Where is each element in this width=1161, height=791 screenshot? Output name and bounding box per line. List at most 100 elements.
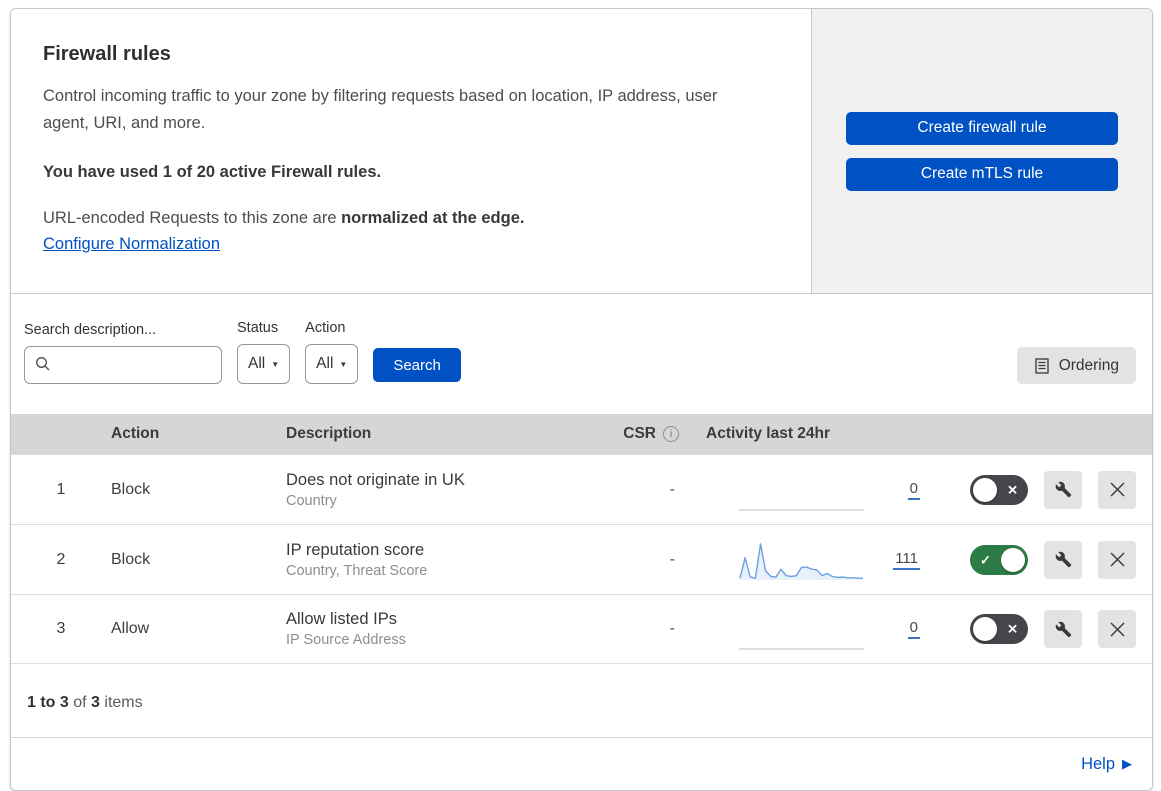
toggle-knob [973,617,997,641]
rule-fields: IP Source Address [286,632,406,648]
help-arrow-icon: ▶ [1122,756,1132,771]
rule-controls: ✓ ✕ [966,610,1152,648]
chevron-down-icon: ▼ [271,359,280,369]
page-header: Firewall rules Control incoming traffic … [11,9,1152,294]
table-row: 1 Block Does not originate in UK Country… [11,454,1152,524]
search-icon [36,357,50,371]
activity-sparkline [739,538,864,582]
items-total: 3 [91,694,100,711]
rule-activity-cell: 0 [691,607,966,651]
action-dropdown[interactable]: All ▼ [305,344,359,384]
configure-normalization-link[interactable]: Configure Normalization [43,235,220,254]
actions-panel: Create firewall rule Create mTLS rule [811,9,1152,293]
rule-priority: 1 [56,480,66,498]
delete-rule-button[interactable] [1098,540,1136,579]
info-icon[interactable]: i [663,426,679,442]
rule-fields: Country, Threat Score [286,562,428,579]
csr-header: CSR i [601,425,691,443]
activity-count-link[interactable]: 0 [907,480,920,500]
status-dropdown[interactable]: All ▼ [237,344,291,384]
wrench-icon [1055,481,1071,498]
toggle-x-icon: ✕ [1007,482,1018,497]
table-row: 3 Allow Allow listed IPs IP Source Addre… [11,594,1152,664]
action-dropdown-value: All [316,355,334,372]
action-filter: Action All ▼ [305,320,359,384]
search-filter: Search description... [24,322,222,384]
search-input[interactable] [24,346,222,384]
activity-count-link[interactable]: 0 [907,619,920,639]
firewall-rules-page: Firewall rules Control incoming traffic … [10,8,1153,791]
rule-action: Block [111,480,151,498]
description-header: Description [286,425,372,442]
create-firewall-rule-button[interactable]: Create firewall rule [846,111,1118,145]
help-link[interactable]: Help ▶ [1081,755,1132,774]
table-header: Action Description CSR i Activity last 2… [11,414,1152,454]
rule-description-cell: Allow listed IPs IP Source Address [286,610,601,648]
rule-csr-value: - [669,550,675,568]
page-description: Control incoming traffic to your zone by… [43,87,718,132]
rule-description-cell: Does not originate in UK Country [286,471,601,509]
ordering-list-icon [1035,357,1049,374]
chevron-down-icon: ▼ [339,359,348,369]
ordering-button[interactable]: Ordering [1016,347,1136,384]
toggle-knob [1001,547,1025,572]
rule-action: Allow [111,620,150,637]
wrench-icon [1055,551,1071,568]
items-range: 1 to 3 [27,694,69,711]
normalization-note: URL-encoded Requests to this zone are no… [43,209,767,228]
edit-rule-button[interactable] [1044,470,1082,509]
activity-sparkline [739,607,864,651]
delete-x-icon [1110,622,1124,636]
rule-csr-value: - [669,480,675,498]
rule-fields: Country [286,492,337,509]
rule-csr-value: - [669,620,675,637]
rule-enabled-toggle[interactable]: ✓ ✕ [970,544,1028,575]
activity-sparkline [739,468,864,512]
delete-rule-button[interactable] [1098,470,1136,509]
toggle-knob [973,477,997,502]
status-filter: Status All ▼ [237,320,291,384]
search-box [24,346,222,384]
edit-rule-button[interactable] [1044,610,1082,648]
activity-header: Activity last 24hr [706,425,831,442]
page-title: Firewall rules [43,43,171,65]
help-bar: Help ▶ [11,738,1152,790]
usage-summary: You have used 1 of 20 active Firewall ru… [43,163,382,182]
items-label: items [99,694,143,711]
search-button[interactable]: Search [373,348,461,382]
rule-enabled-toggle[interactable]: ✓ ✕ [970,474,1028,505]
items-count: 1 to 3 of 3 items [11,664,1152,738]
create-mtls-rule-button[interactable]: Create mTLS rule [846,157,1118,191]
delete-x-icon [1110,482,1124,497]
intro-section: Firewall rules Control incoming traffic … [11,9,811,293]
rule-priority: 3 [56,620,66,637]
rule-priority: 2 [56,550,66,568]
action-header: Action [111,425,160,442]
rule-activity-cell: 111 [691,538,966,582]
rule-action: Block [111,550,151,568]
rule-activity-cell: 0 [691,468,966,512]
rules-table-body: 1 Block Does not originate in UK Country… [11,454,1152,664]
rule-description: Does not originate in UK [286,470,465,489]
toggle-x-icon: ✕ [1007,621,1018,637]
help-label: Help [1081,754,1115,773]
delete-x-icon [1110,552,1124,567]
activity-count-link[interactable]: 111 [893,550,920,570]
filter-bar: Search description... Status All ▼ Actio… [11,294,1152,414]
rule-description: IP reputation score [286,540,425,559]
status-dropdown-value: All [248,355,266,372]
search-label: Search description... [24,322,157,338]
status-label: Status [237,320,279,336]
delete-rule-button[interactable] [1098,610,1136,648]
ordering-button-label: Ordering [1058,356,1119,374]
csr-header-label: CSR [623,425,656,442]
rule-controls: ✓ ✕ [966,470,1152,509]
wrench-icon [1055,621,1071,637]
table-row: 2 Block IP reputation score Country, Thr… [11,524,1152,594]
edit-rule-button[interactable] [1044,540,1082,579]
normalization-text: URL-encoded Requests to this zone are [43,209,342,228]
items-of: of [68,694,92,711]
rule-enabled-toggle[interactable]: ✓ ✕ [970,614,1028,644]
toggle-check-icon: ✓ [980,552,991,567]
action-label: Action [305,320,346,336]
